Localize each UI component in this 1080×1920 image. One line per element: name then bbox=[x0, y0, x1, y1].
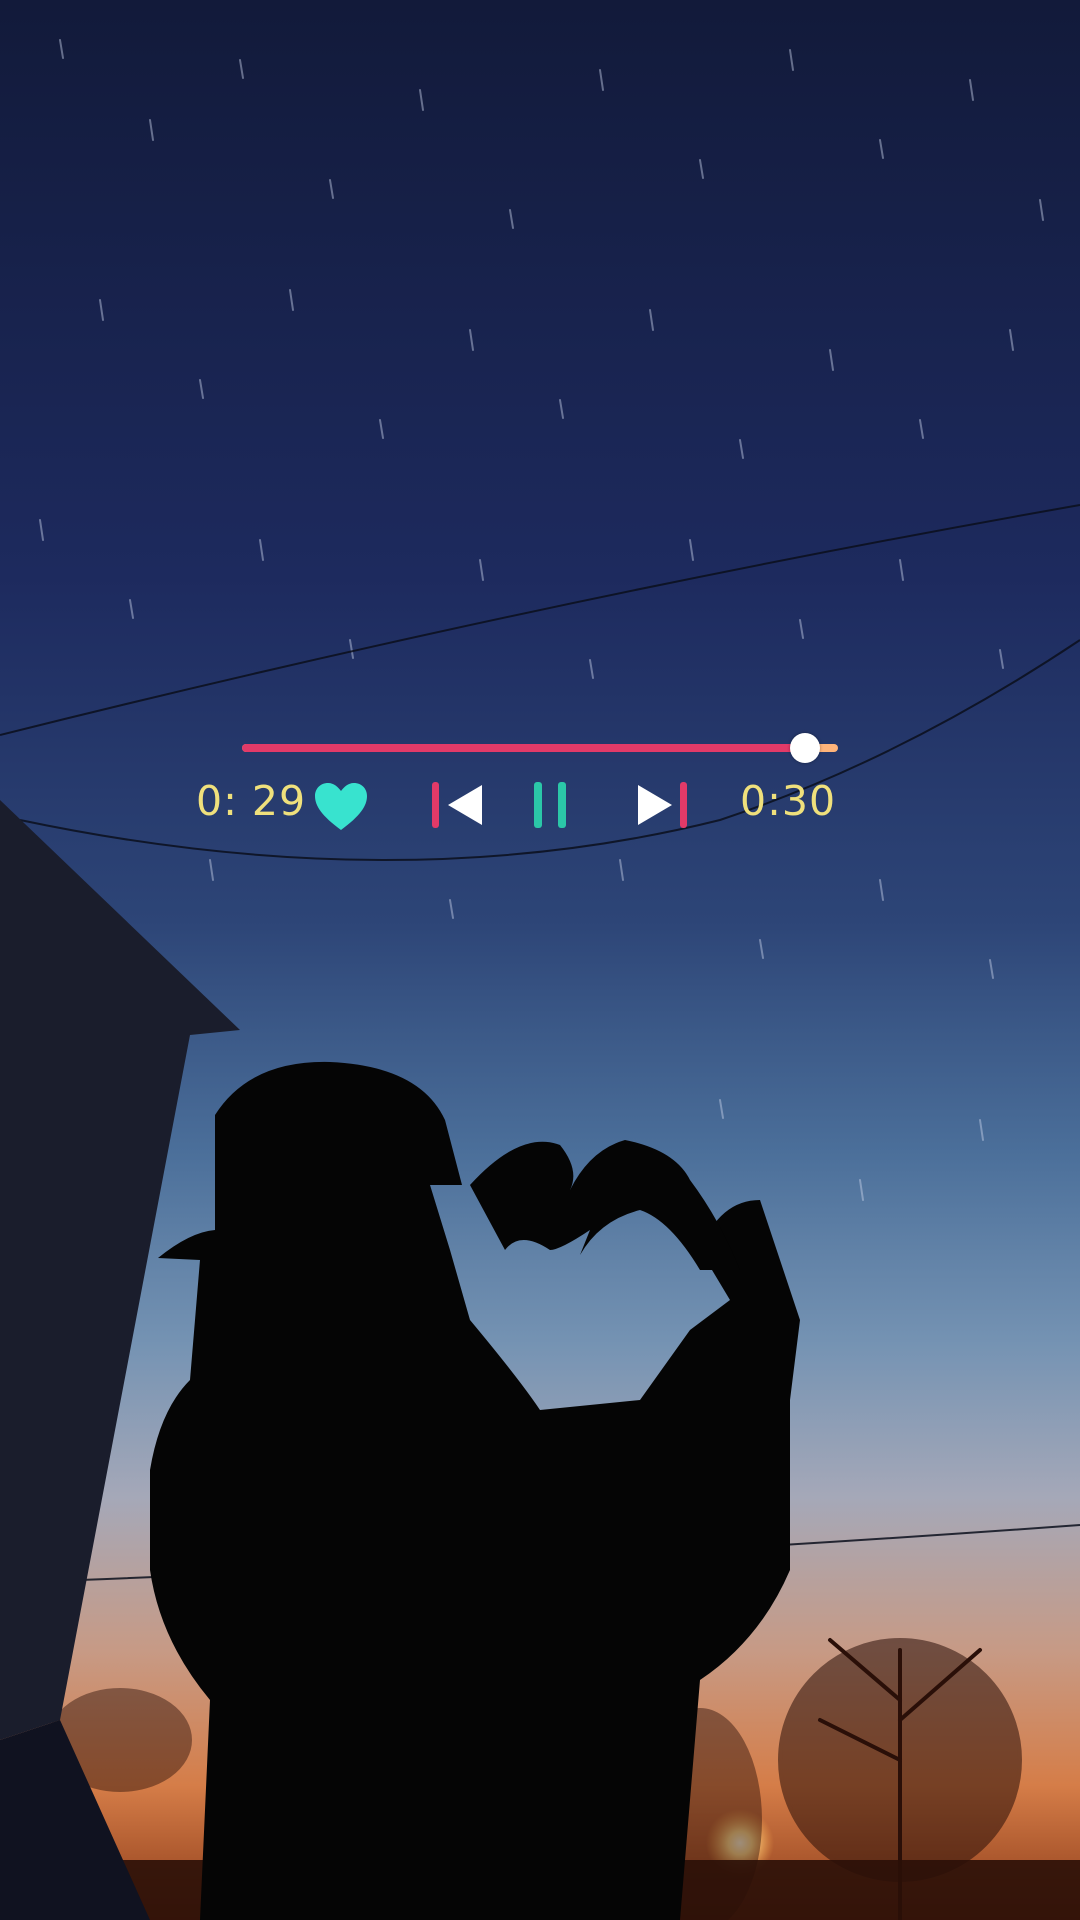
skip-next-icon[interactable] bbox=[630, 780, 690, 830]
elapsed-time: 0: 29 bbox=[196, 777, 307, 825]
music-video-scene: 0: 29 0:30 bbox=[0, 0, 1080, 1920]
progress-played bbox=[242, 744, 805, 752]
background-photo bbox=[0, 0, 1080, 1920]
music-player-widget: 0: 29 0:30 bbox=[190, 730, 850, 850]
pause-icon[interactable] bbox=[530, 780, 570, 830]
progress-thumb[interactable] bbox=[789, 733, 820, 763]
skip-previous-icon[interactable] bbox=[430, 780, 490, 830]
total-time: 0:30 bbox=[740, 777, 837, 825]
heart-icon[interactable] bbox=[314, 782, 368, 832]
progress-track[interactable] bbox=[242, 733, 838, 763]
